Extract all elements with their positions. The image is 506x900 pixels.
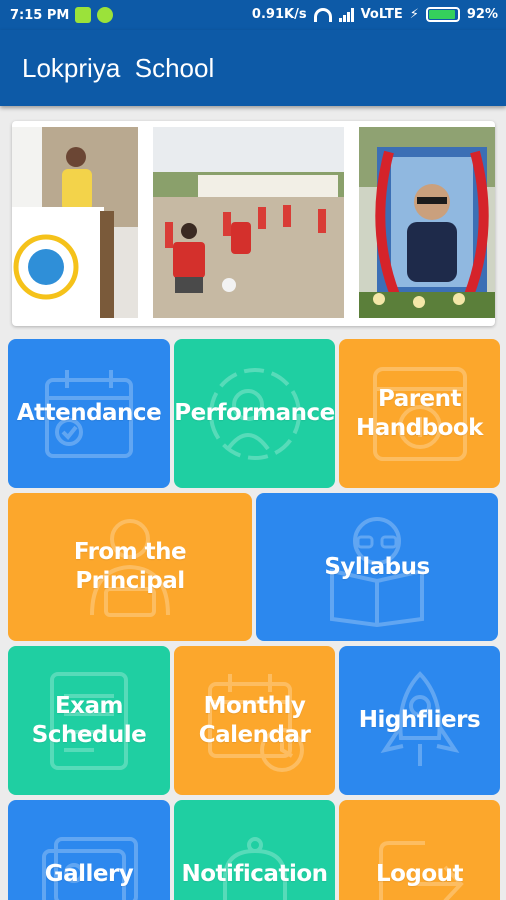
app-bar: Lokpriya School bbox=[0, 30, 506, 106]
speech-photo-image bbox=[12, 127, 138, 318]
carousel-photo-speech[interactable] bbox=[12, 127, 138, 318]
wifi-icon bbox=[313, 7, 332, 22]
carousel-photo-portrait[interactable] bbox=[359, 127, 495, 318]
network-type: VoLTE bbox=[360, 7, 403, 22]
notification-app-icon bbox=[75, 7, 92, 23]
highfliers-label: Highfliers bbox=[358, 707, 481, 733]
charging-icon: ⚡ bbox=[409, 7, 419, 22]
sports-photo-image bbox=[153, 127, 344, 318]
logout-label: Logout bbox=[375, 861, 464, 887]
notification-label: Notification bbox=[181, 861, 328, 887]
logout-tile[interactable]: Logout bbox=[339, 800, 500, 900]
signal-icon bbox=[338, 7, 354, 22]
parent-handbook-tile[interactable]: Parent Handbook bbox=[339, 339, 500, 488]
monthly-calendar-label: Monthly Calendar bbox=[198, 692, 311, 748]
exam-schedule-tile[interactable]: Exam Schedule bbox=[8, 646, 170, 795]
carousel-photo-sports[interactable] bbox=[153, 127, 344, 318]
monthly-calendar-tile[interactable]: Monthly Calendar bbox=[174, 646, 335, 795]
attendance-label: Attendance bbox=[16, 400, 162, 426]
attendance-tile[interactable]: Attendance bbox=[8, 339, 170, 488]
performance-label: Performance bbox=[174, 400, 335, 426]
parent-handbook-label: Parent Handbook bbox=[356, 385, 483, 441]
photo-carousel[interactable] bbox=[12, 121, 495, 326]
status-time: 7:15 PM bbox=[10, 7, 70, 23]
app-title: Lokpriya School bbox=[22, 53, 215, 83]
gallery-label: Gallery bbox=[44, 861, 134, 887]
from-the-principal-label: From the Principal bbox=[73, 539, 187, 594]
status-bar: 7:15 PM 0.91K/s VoLTE ⚡ 92% bbox=[0, 0, 506, 30]
notification-tile[interactable]: Notification bbox=[174, 800, 335, 900]
exam-schedule-label: Exam Schedule bbox=[31, 692, 147, 748]
highfliers-tile[interactable]: Highfliers bbox=[339, 646, 500, 795]
battery-percent: 92% bbox=[466, 7, 498, 22]
gallery-tile[interactable]: Gallery bbox=[8, 800, 170, 900]
from-the-principal-tile[interactable]: From the Principal bbox=[8, 493, 252, 641]
syllabus-tile[interactable]: Syllabus bbox=[256, 493, 498, 641]
portrait-photo-image bbox=[359, 127, 495, 318]
network-speed: 0.91K/s bbox=[251, 7, 307, 22]
android-icon bbox=[97, 7, 114, 23]
battery-icon bbox=[425, 7, 460, 22]
syllabus-label: Syllabus bbox=[324, 553, 430, 580]
performance-tile[interactable]: Performance bbox=[174, 339, 335, 488]
